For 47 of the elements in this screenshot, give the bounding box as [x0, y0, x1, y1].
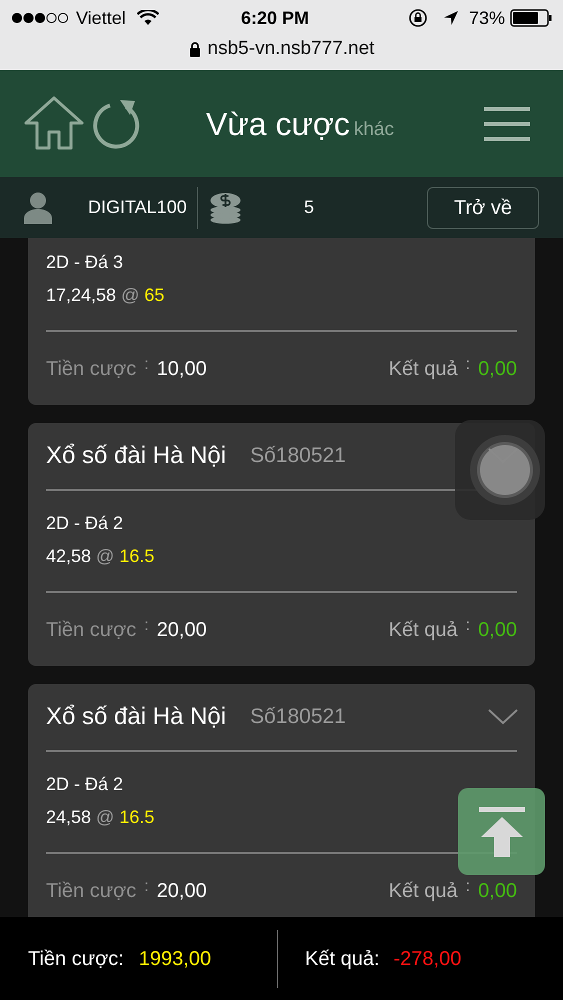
stake-label: Tiền cược [46, 356, 136, 382]
bet-numbers: 17,24,58 [46, 284, 116, 307]
colon: : [466, 354, 470, 374]
stake-amount: 20,00 [156, 878, 207, 904]
result-label: Kết quả [388, 618, 458, 642]
total-stake-label: Tiền cược: [28, 946, 124, 972]
bet-numbers: 42,58 [46, 545, 92, 568]
draw-number: Số180521 [250, 443, 346, 470]
colon: : [144, 354, 149, 374]
carrier-name: Viettel [76, 6, 126, 30]
stake-label: Tiền cược [46, 618, 136, 642]
draw-number: Số180521 [250, 704, 346, 730]
result-label: Kết quả [388, 356, 458, 382]
bet-type: 2D - Đá 2 [46, 512, 124, 535]
odds: 16.5 [119, 806, 154, 829]
total-result-amount: -278,00 [394, 946, 462, 972]
bet-type: 2D - Đá 2 [46, 773, 124, 796]
battery-percent: 73% [468, 6, 505, 30]
stake-amount: 10,00 [156, 356, 207, 382]
lottery-name: Xổ số đài Hà Nội [46, 441, 226, 471]
at-sign: @ [96, 545, 114, 568]
bet-numbers: 24,58 [46, 806, 92, 829]
result-amount: 0,00 [478, 618, 517, 642]
page-title: Vừa cược [206, 104, 350, 144]
result-amount: 0,00 [478, 878, 517, 904]
odds: 65 [144, 284, 164, 307]
colon: : [466, 616, 470, 636]
page-subtitle: khác [354, 118, 394, 142]
colon: : [466, 876, 470, 896]
total-stake-amount: 1993,00 [138, 946, 212, 972]
at-sign: @ [96, 806, 114, 829]
url-text[interactable]: nsb5-vn.nsb777.net [208, 34, 374, 64]
clock-time: 6:20 PM [241, 6, 310, 30]
result-amount: 0,00 [478, 356, 517, 382]
odds: 16.5 [119, 545, 154, 568]
at-sign: @ [121, 284, 140, 307]
bet-type: 2D - Đá 3 [46, 251, 124, 274]
stake-amount: 20,00 [156, 618, 207, 642]
result-label: Kết quả [388, 878, 458, 904]
username: DIGITAL100 [88, 196, 188, 219]
colon: : [144, 876, 149, 896]
total-result-label: Kết quả: [305, 946, 380, 972]
stake-label: Tiền cược [46, 878, 136, 904]
colon: : [144, 616, 149, 636]
lottery-name: Xổ số đài Hà Nội [46, 702, 226, 732]
balance-amount: 5 [304, 196, 314, 219]
back-button[interactable]: Trở về [427, 186, 539, 228]
